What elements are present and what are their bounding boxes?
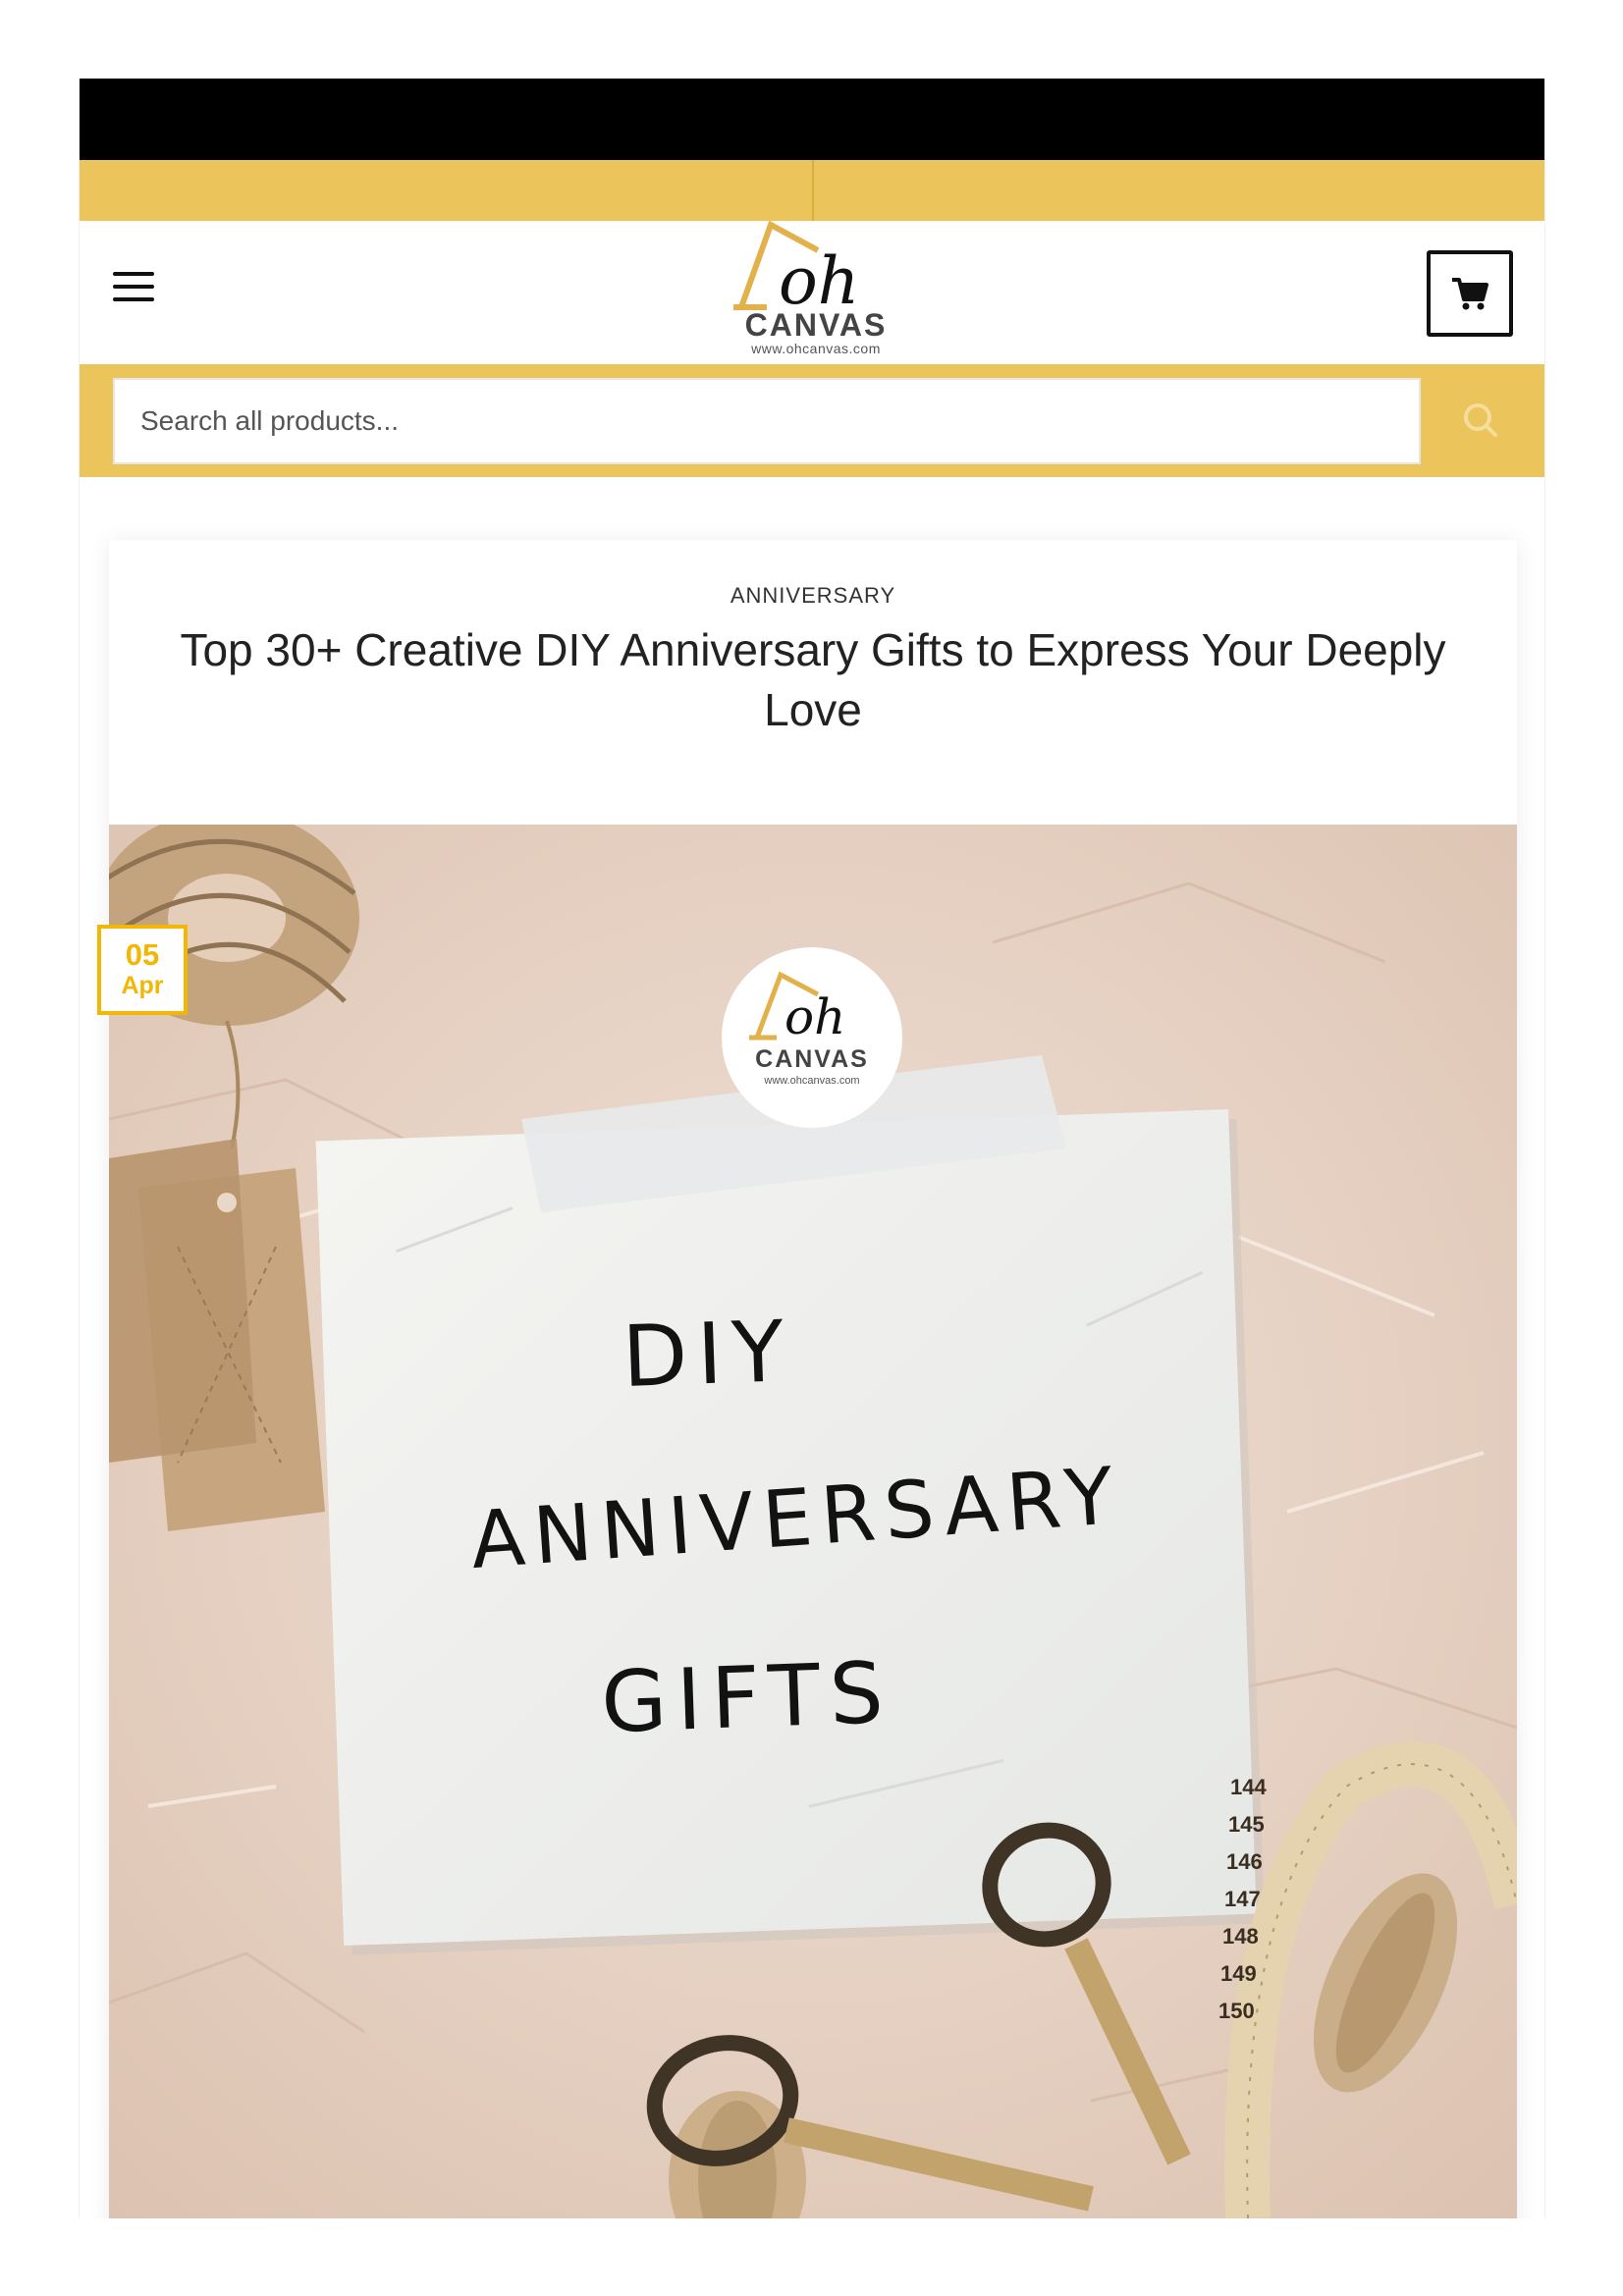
tape-number: 147: [1224, 1887, 1261, 1911]
tape-number: 149: [1220, 1961, 1257, 1986]
post-date-badge: 05 Apr: [97, 925, 188, 1015]
tape-number: 144: [1230, 1775, 1267, 1799]
post-date-day: 05: [125, 937, 160, 972]
hamburger-menu-icon[interactable]: [113, 272, 156, 307]
sticker-wordmark: CANVAS: [755, 1045, 869, 1073]
search-input[interactable]: [113, 378, 1421, 464]
logo-script-text: oh: [779, 243, 859, 311]
article-title: Top 30+ Creative DIY Anniversary Gifts t…: [180, 624, 1446, 735]
image-text-line-1: DIY: [621, 1302, 795, 1408]
top-announcement-bar: [80, 79, 1544, 160]
sticker-url: www.ohcanvas.com: [764, 1075, 860, 1087]
image-text-line-3: GIFTS: [599, 1643, 895, 1753]
search-button[interactable]: [1454, 394, 1509, 449]
tape-number: 150: [1218, 1999, 1255, 2023]
tape-number: 148: [1222, 1924, 1259, 1949]
cart-button[interactable]: [1427, 250, 1513, 337]
site-header: oh CANVAS www.ohcanvas.com: [80, 221, 1544, 364]
brand-sticker: oh CANVAS www.ohcanvas.com: [722, 947, 902, 1128]
featured-image[interactable]: oh CANVAS www.ohcanvas.com DIY ANNIVERSA…: [109, 825, 1517, 2218]
tape-number: 146: [1226, 1849, 1263, 1874]
search-bar: [80, 364, 1544, 477]
sticker-logo-icon: oh: [749, 971, 845, 1045]
logo-wordmark: CANVAS: [744, 307, 888, 343]
category-link[interactable]: ANNIVERSARY: [109, 583, 1517, 609]
post-date-month: Apr: [121, 972, 164, 999]
tape-number: 145: [1228, 1812, 1265, 1837]
top-promo-bar: [80, 160, 1544, 221]
site-logo[interactable]: oh CANVAS www.ohcanvas.com: [728, 221, 904, 358]
search-icon: [1464, 403, 1497, 437]
logo-mark-icon: oh: [733, 221, 859, 311]
page-frame: oh CANVAS www.ohcanvas.com ANNIVERSARY T…: [79, 79, 1545, 2218]
promo-divider: [812, 160, 814, 221]
logo-url: www.ohcanvas.com: [751, 341, 881, 356]
article-card: ANNIVERSARY Top 30+ Creative DIY Anniver…: [109, 540, 1517, 2218]
svg-text:oh: oh: [784, 988, 845, 1045]
shopping-cart-icon: [1452, 278, 1488, 310]
